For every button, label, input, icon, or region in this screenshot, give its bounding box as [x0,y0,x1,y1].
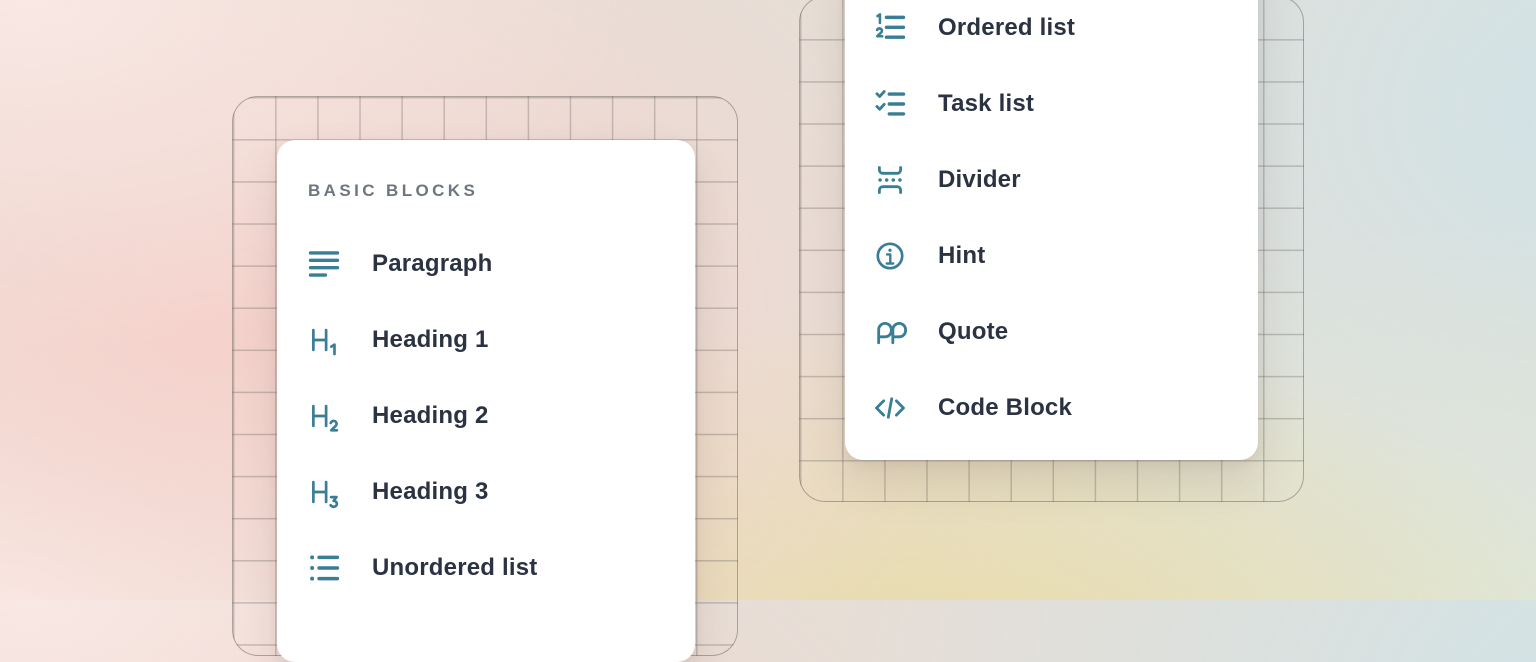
menu-item-paragraph[interactable]: Paragraph [307,226,673,302]
blocks-menu-card-continued: Ordered list Task list Divider Hint Quote Cod… [845,0,1258,460]
menu-item-quote[interactable]: Quote [873,294,1236,370]
menu-item-code-block[interactable]: Code Block [873,370,1236,446]
heading-3-icon [307,475,341,509]
menu-item-label: Heading 2 [372,402,489,430]
menu-item-label: Task list [938,90,1034,118]
heading-1-icon [307,323,341,357]
heading-2-icon [307,399,341,433]
menu-item-label: Paragraph [372,250,493,278]
menu-item-label: Quote [938,318,1008,346]
menu-item-list: Ordered list Task list Divider Hint Quote Cod… [873,0,1236,446]
menu-item-list: Paragraph Heading 1 Heading 2 Heading 3 Unor… [307,226,673,606]
menu-item-label: Heading 3 [372,478,489,506]
menu-item-task-list[interactable]: Task list [873,66,1236,142]
quote-icon [873,315,907,349]
menu-item-hint[interactable]: Hint [873,218,1236,294]
menu-item-label: Ordered list [938,14,1075,42]
hint-icon [873,239,907,273]
ordered-list-icon [873,11,907,45]
menu-item-label: Heading 1 [372,326,489,354]
menu-section-label: BASIC BLOCKS [308,178,673,204]
divider-icon [873,163,907,197]
menu-item-heading-1[interactable]: Heading 1 [307,302,673,378]
menu-item-label: Divider [938,166,1021,194]
menu-item-unordered-list[interactable]: Unordered list [307,530,673,606]
menu-item-label: Code Block [938,394,1072,422]
menu-item-divider[interactable]: Divider [873,142,1236,218]
unordered-list-icon [307,551,341,585]
basic-blocks-menu-card: BASIC BLOCKS Paragraph Heading 1 Heading 2… [277,140,695,662]
paragraph-icon [307,247,341,281]
menu-item-label: Unordered list [372,554,538,582]
menu-item-ordered-list[interactable]: Ordered list [873,0,1236,66]
menu-item-heading-2[interactable]: Heading 2 [307,378,673,454]
menu-item-heading-3[interactable]: Heading 3 [307,454,673,530]
code-block-icon [873,391,907,425]
menu-item-label: Hint [938,242,985,270]
task-list-icon [873,87,907,121]
